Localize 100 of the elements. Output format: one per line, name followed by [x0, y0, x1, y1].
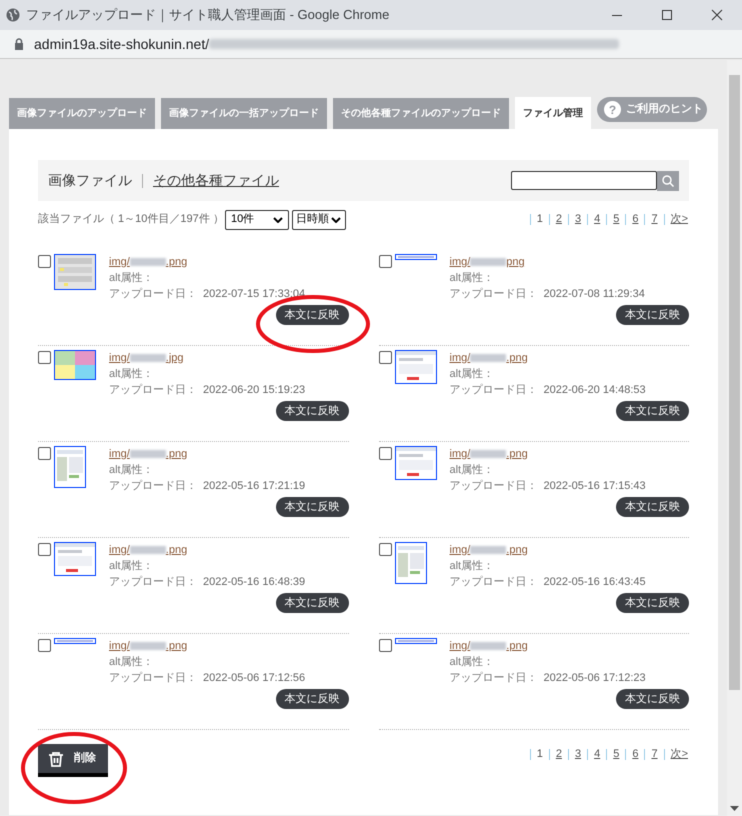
- globe-icon: [6, 8, 20, 22]
- upload-date: 2022-05-16 17:21:19: [203, 479, 306, 494]
- file-link[interactable]: .png: [166, 446, 188, 462]
- page-link[interactable]: 2: [554, 746, 563, 762]
- insert-button[interactable]: 本文に反映: [616, 401, 689, 421]
- date-label: アップロード日：: [109, 478, 197, 494]
- file-link[interactable]: img/: [450, 350, 470, 366]
- checkbox[interactable]: [378, 351, 392, 364]
- file-link[interactable]: img/: [450, 254, 470, 270]
- file-link[interactable]: .png: [506, 638, 528, 654]
- filter-current: 画像ファイル: [48, 171, 132, 190]
- close-icon[interactable]: [711, 9, 723, 21]
- tab[interactable]: ファイル管理: [515, 97, 591, 129]
- page-link[interactable]: 次>: [670, 746, 689, 762]
- insert-button[interactable]: 本文に反映: [276, 497, 348, 517]
- checkbox[interactable]: [38, 255, 51, 268]
- page-link[interactable]: 4: [593, 211, 602, 228]
- checkbox[interactable]: [38, 447, 51, 460]
- insert-button[interactable]: 本文に反映: [616, 593, 689, 613]
- search-field[interactable]: [511, 171, 657, 190]
- blurred-filename: [470, 642, 506, 650]
- help-icon: ?: [604, 101, 621, 118]
- insert-button[interactable]: 本文に反映: [616, 497, 689, 517]
- insert-button[interactable]: 本文に反映: [276, 689, 348, 709]
- page-link[interactable]: 7: [650, 211, 659, 228]
- file-link[interactable]: img/: [109, 254, 130, 270]
- page-link[interactable]: 5: [612, 211, 620, 228]
- chevron-icon: [331, 216, 341, 222]
- file-link[interactable]: .png: [166, 638, 188, 654]
- upload-date: 2022-05-06 17:12:23: [544, 671, 646, 686]
- file-link[interactable]: .png: [166, 542, 188, 558]
- file-link[interactable]: png: [506, 254, 525, 270]
- page-link[interactable]: 6: [631, 746, 640, 762]
- file-link[interactable]: img/: [109, 350, 130, 366]
- page-link[interactable]: 3: [574, 746, 582, 762]
- blurred-filename: [470, 450, 506, 458]
- trash-icon: [48, 750, 64, 766]
- scroll-down-icon[interactable]: [730, 806, 739, 811]
- page-link[interactable]: 6: [631, 211, 640, 228]
- upload-date: 2022-05-06 17:12:56: [203, 671, 306, 686]
- blurred-filename: [130, 642, 166, 650]
- result-count: 該当ファイル（ 1～10件目／197件 ）: [38, 212, 225, 228]
- page-link[interactable]: 3: [574, 211, 582, 228]
- upload-date: 2022-06-20 15:19:23: [203, 383, 306, 398]
- blurred-filename: [470, 546, 506, 554]
- page-number[interactable]: 1: [536, 746, 544, 762]
- search-icon: [662, 174, 674, 186]
- file-link[interactable]: img/: [109, 542, 130, 558]
- checkbox[interactable]: [38, 543, 51, 556]
- date-label: アップロード日：: [109, 382, 197, 398]
- page-link[interactable]: 次>: [670, 211, 689, 228]
- date-label: アップロード日：: [109, 286, 197, 302]
- blurred-filename: [130, 258, 166, 266]
- page-link[interactable]: 5: [612, 746, 620, 762]
- insert-button[interactable]: 本文に反映: [276, 305, 348, 325]
- upload-date: 2022-05-16 16:48:39: [203, 575, 306, 590]
- page-link[interactable]: 7: [650, 746, 659, 762]
- alt-label: alt属性：: [450, 271, 496, 286]
- sort-select[interactable]: 日時順: [292, 210, 346, 230]
- checkbox[interactable]: [378, 255, 392, 268]
- checkbox[interactable]: [38, 639, 51, 652]
- filter-link[interactable]: その他各種ファイル: [153, 170, 279, 191]
- upload-date: 2022-05-16 17:15:43: [544, 479, 646, 494]
- file-link[interactable]: img/: [450, 542, 470, 558]
- file-link[interactable]: .png: [506, 446, 528, 462]
- blurred-filename: [130, 450, 166, 458]
- page-link[interactable]: 4: [593, 746, 602, 762]
- alt-label: alt属性：: [109, 367, 155, 382]
- checkbox[interactable]: [378, 543, 392, 556]
- address-url[interactable]: admin19a.site-shokunin.net/: [34, 34, 210, 54]
- file-link[interactable]: img/: [450, 446, 470, 462]
- checkbox[interactable]: [38, 351, 51, 364]
- search-button[interactable]: [657, 170, 679, 190]
- alt-label: alt属性：: [109, 655, 155, 670]
- alt-label: alt属性：: [109, 559, 155, 574]
- checkbox[interactable]: [378, 639, 392, 652]
- blurred-filename: [130, 546, 166, 554]
- page-link[interactable]: 2: [554, 211, 563, 228]
- insert-button[interactable]: 本文に反映: [616, 689, 689, 709]
- file-link[interactable]: img/: [109, 638, 130, 654]
- insert-button[interactable]: 本文に反映: [616, 305, 689, 325]
- page-number[interactable]: 1: [536, 211, 544, 228]
- delete-button[interactable]: 削除: [38, 744, 108, 777]
- date-label: アップロード日：: [450, 478, 538, 494]
- scrollbar-thumb[interactable]: [729, 75, 740, 690]
- file-link[interactable]: .png: [506, 350, 528, 366]
- file-link[interactable]: .png: [506, 542, 528, 558]
- file-link[interactable]: .png: [166, 254, 188, 270]
- file-link[interactable]: .jpg: [166, 350, 184, 366]
- alt-label: alt属性：: [450, 559, 496, 574]
- per-page-select[interactable]: 10件: [225, 210, 289, 230]
- file-link[interactable]: img/: [450, 638, 470, 654]
- checkbox[interactable]: [378, 447, 392, 460]
- upload-date: 2022-05-16 16:43:45: [544, 575, 646, 590]
- file-link[interactable]: img/: [109, 446, 130, 462]
- date-label: アップロード日：: [450, 382, 538, 398]
- insert-button[interactable]: 本文に反映: [276, 401, 348, 421]
- insert-button[interactable]: 本文に反映: [276, 593, 348, 613]
- maximize-icon[interactable]: [661, 9, 673, 21]
- alt-label: alt属性：: [450, 463, 496, 478]
